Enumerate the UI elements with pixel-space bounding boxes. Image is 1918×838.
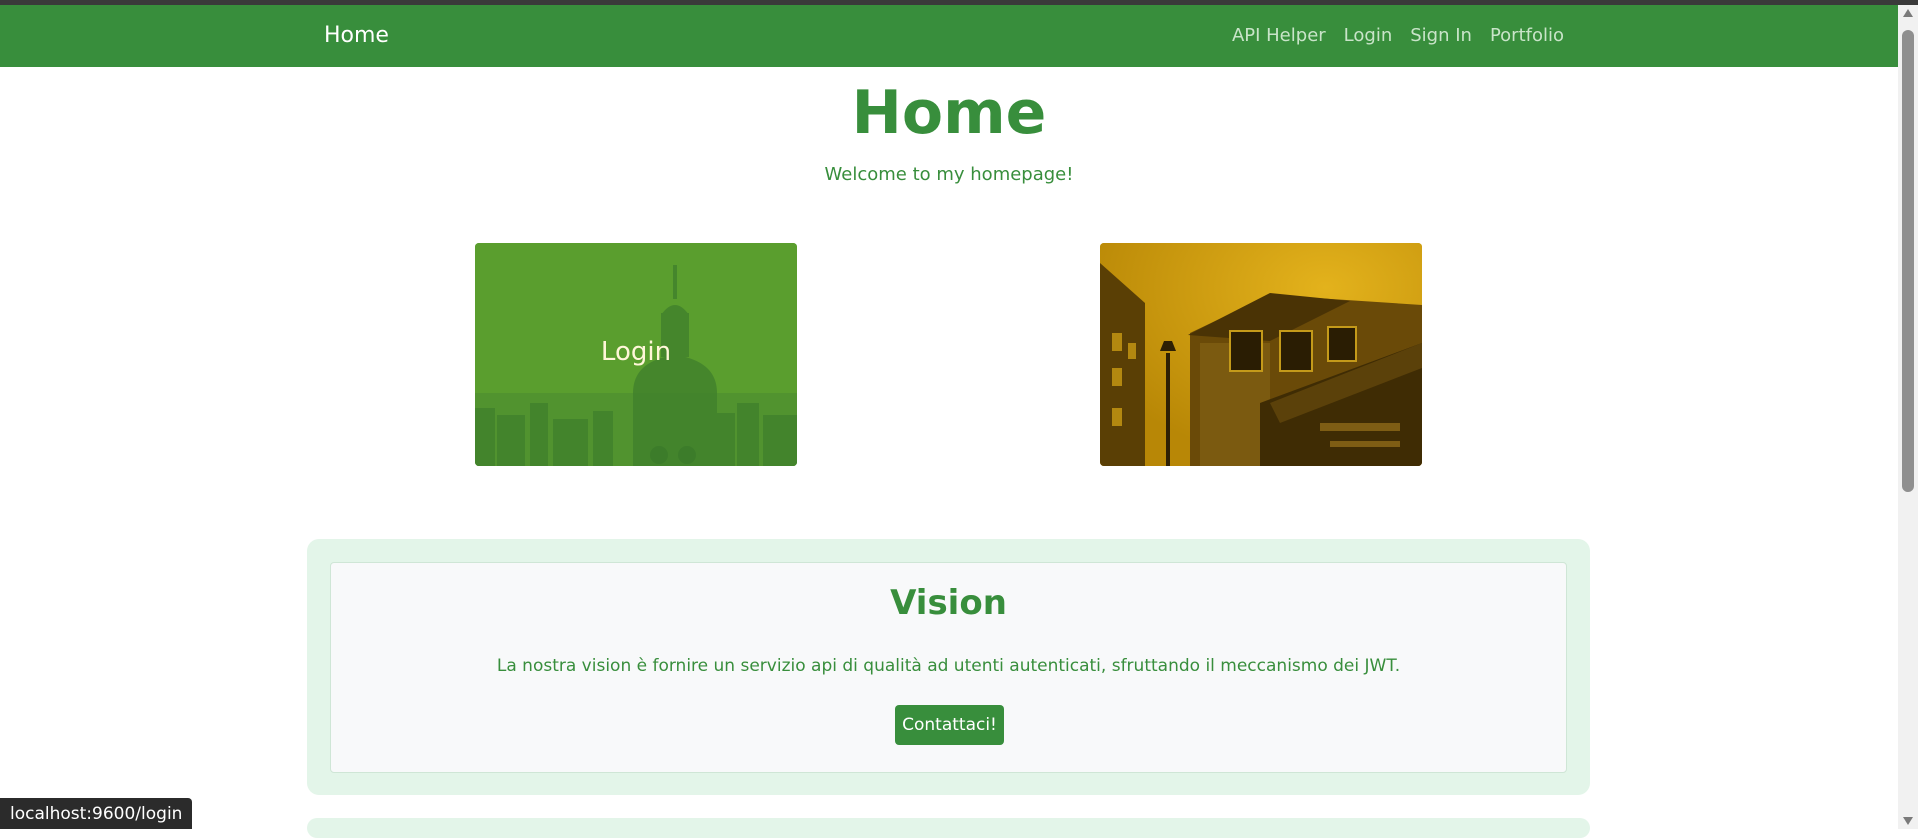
nav-link-sign-in[interactable]: Sign In — [1410, 25, 1472, 46]
scroll-down-arrow-icon[interactable] — [1903, 817, 1913, 825]
login-card[interactable]: Login — [475, 243, 797, 466]
vision-card: Vision La nostra vision è fornire un ser… — [330, 562, 1567, 773]
vision-section: Vision La nostra vision è fornire un ser… — [307, 539, 1590, 795]
page-title: Home — [851, 78, 1047, 148]
nav-link-portfolio[interactable]: Portfolio — [1490, 25, 1564, 46]
building-photo-image — [1100, 243, 1422, 466]
scroll-up-arrow-icon[interactable] — [1903, 9, 1913, 17]
status-bar-url: localhost:9600/login — [0, 798, 193, 829]
vision-text: La nostra vision è fornire un servizio a… — [496, 656, 1401, 676]
building-image-card — [1100, 243, 1422, 466]
vision-title: Vision — [890, 583, 1007, 623]
next-section — [307, 818, 1590, 838]
navbar: Home API Helper Login Sign In Portfolio — [0, 5, 1898, 67]
scrollbar-thumb[interactable] — [1902, 30, 1914, 492]
nav-link-login[interactable]: Login — [1344, 25, 1393, 46]
nav-link-api-helper[interactable]: API Helper — [1232, 25, 1326, 46]
navbar-brand[interactable]: Home — [324, 23, 389, 48]
login-card-label: Login — [600, 337, 672, 367]
vertical-scrollbar[interactable] — [1898, 5, 1918, 829]
navbar-links: API Helper Login Sign In Portfolio — [1232, 25, 1564, 46]
page-subtitle: Welcome to my homepage! — [824, 164, 1074, 185]
contact-button[interactable]: Contattaci! — [895, 705, 1004, 745]
